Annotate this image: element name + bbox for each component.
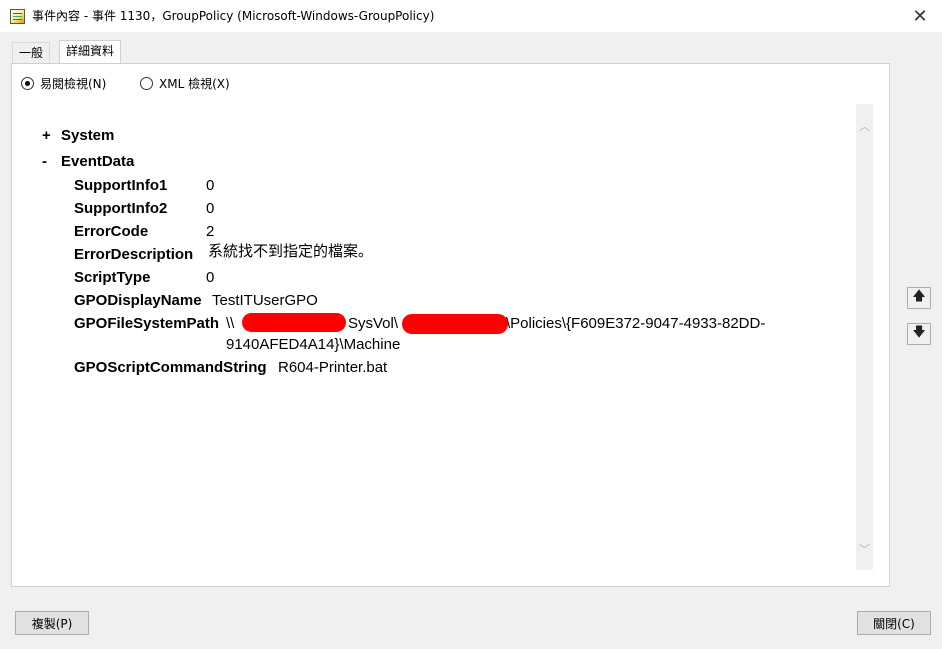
field-row: ErrorDescription 系統找不到指定的檔案。 <box>74 243 373 266</box>
field-value: TestITUserGPO <box>212 292 318 309</box>
event-viewer-icon <box>10 9 25 24</box>
tree-node-eventdata[interactable]: - EventData <box>42 150 134 173</box>
field-name: GPOFileSystemPath <box>74 315 220 332</box>
field-name: ErrorDescription <box>74 246 194 263</box>
expand-icon[interactable]: + <box>42 124 61 147</box>
friendly-view-label: 易閱檢視(N) <box>40 77 107 91</box>
tab-details[interactable]: 詳細資料 <box>59 40 122 64</box>
window-close-button[interactable]: ✕ <box>898 0 942 33</box>
friendly-view-option[interactable]: 易閱檢視(N) <box>21 75 106 92</box>
next-event-button[interactable]: 🡇 <box>907 323 931 345</box>
field-row: GPOScriptCommandString R604-Printer.bat <box>74 356 387 379</box>
field-value: R604-Printer.bat <box>278 359 388 376</box>
field-value: 0 <box>206 200 215 217</box>
field-name: SupportInfo1 <box>74 177 168 194</box>
xml-view-option[interactable]: XML 檢視(X) <box>140 75 230 92</box>
field-row: ErrorCode 2 <box>74 220 214 243</box>
tree-node-system[interactable]: + System <box>42 124 114 147</box>
previous-event-button[interactable]: 🡅 <box>907 287 931 309</box>
field-row: SupportInfo1 0 <box>74 174 214 197</box>
field-value-part: \Policies\{F609E372-9047-4933-82DD- <box>506 315 766 332</box>
tree-node-label: System <box>61 127 115 144</box>
field-name: GPOScriptCommandString <box>74 359 267 376</box>
friendly-view-radio[interactable] <box>21 77 34 90</box>
field-value: 0 <box>206 269 215 286</box>
redaction-mark <box>402 314 508 334</box>
field-value: 0 <box>206 177 215 194</box>
field-row: ScriptType 0 <box>74 266 214 289</box>
tab-general[interactable]: 一般 <box>12 42 51 64</box>
field-row: SupportInfo2 0 <box>74 197 214 220</box>
field-row: GPOFileSystemPath \\ SysVol\ \Policies\{… <box>74 312 765 353</box>
field-value-line2: 9140AFED4A14}\Machine <box>226 336 401 353</box>
xml-view-radio[interactable] <box>140 77 153 90</box>
copy-button[interactable]: 複製(P) <box>15 611 89 635</box>
window-title: 事件內容 - 事件 1130，GroupPolicy (Microsoft-Wi… <box>32 9 435 23</box>
field-name: ErrorCode <box>74 223 149 240</box>
field-row: GPODisplayName TestITUserGPO <box>74 289 318 312</box>
field-name: ScriptType <box>74 269 151 286</box>
vertical-scrollbar[interactable]: ︿ ﹀ <box>856 104 873 570</box>
field-name: GPODisplayName <box>74 292 202 309</box>
close-icon: ✕ <box>912 6 928 27</box>
xml-view-label: XML 檢視(X) <box>159 77 230 91</box>
field-name: SupportInfo2 <box>74 200 168 217</box>
close-button[interactable]: 關閉(C) <box>857 611 931 635</box>
field-value-part: \\ <box>226 315 235 332</box>
arrow-up-icon: 🡅 <box>912 289 926 304</box>
redaction-mark <box>242 313 346 332</box>
field-value: 系統找不到指定的檔案。 <box>208 243 374 260</box>
field-value-part: SysVol\ <box>348 315 399 332</box>
scroll-down-chevron-icon[interactable]: ﹀ <box>856 540 873 557</box>
scroll-up-chevron-icon[interactable]: ︿ <box>856 117 873 134</box>
title-bar: 事件內容 - 事件 1130，GroupPolicy (Microsoft-Wi… <box>0 0 942 33</box>
tree-node-label: EventData <box>61 153 135 170</box>
arrow-down-icon: 🡇 <box>912 325 926 340</box>
collapse-icon[interactable]: - <box>42 150 61 173</box>
